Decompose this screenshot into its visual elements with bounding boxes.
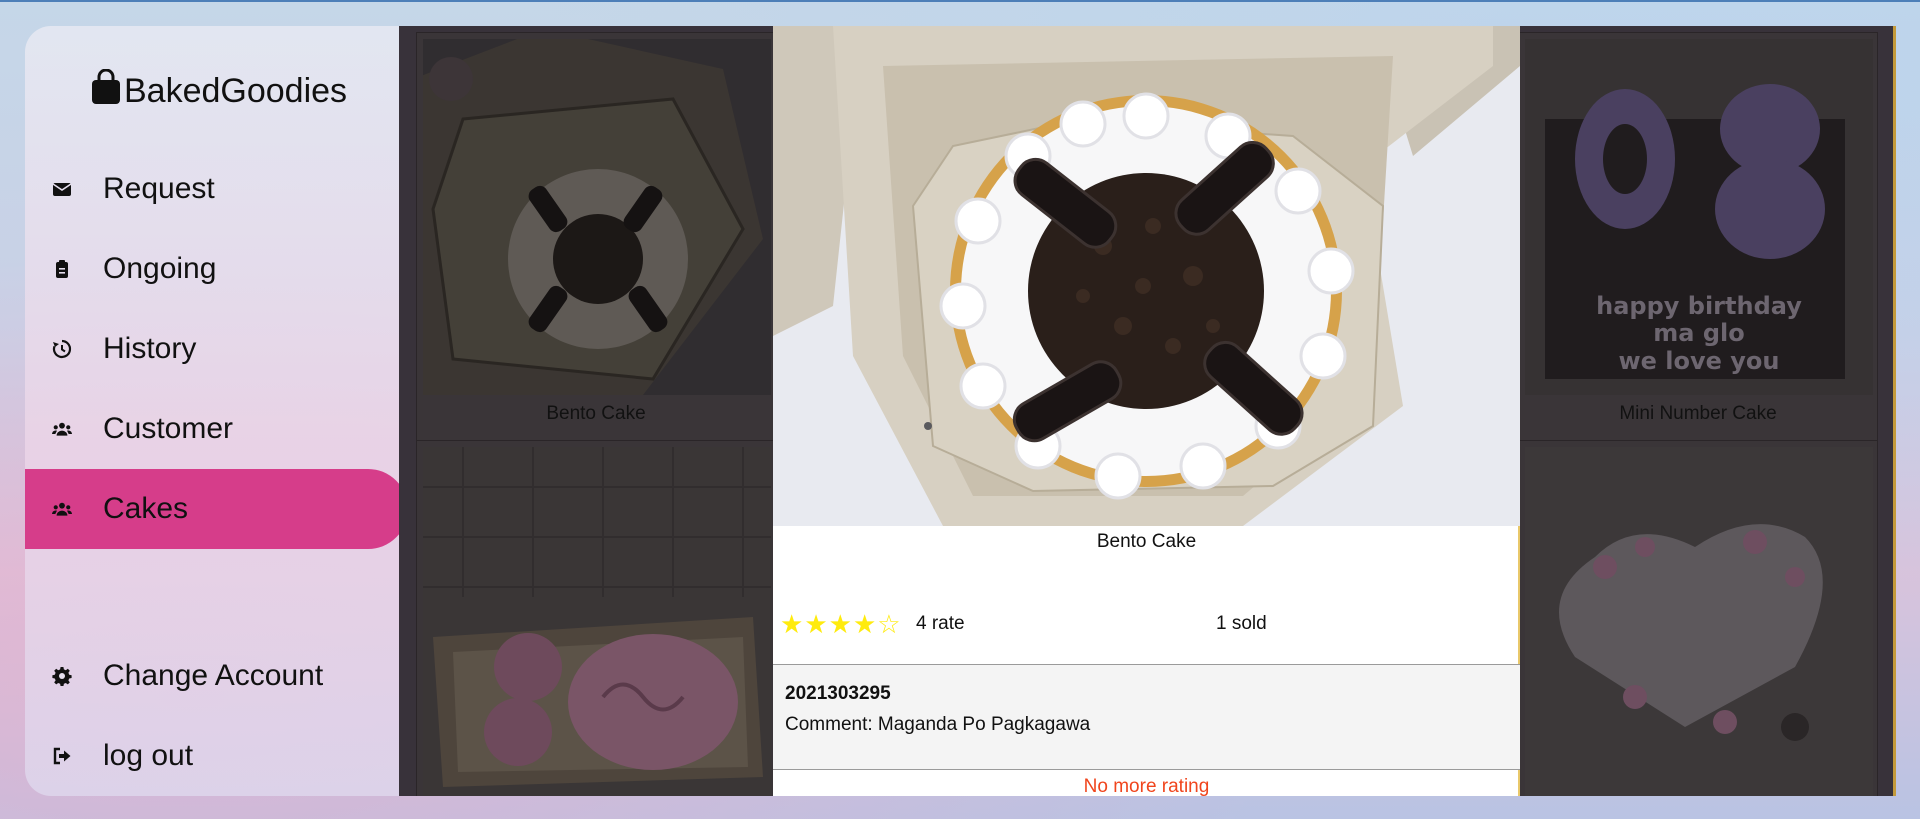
cake-photo (423, 447, 771, 796)
cake-photo (1525, 447, 1873, 796)
sidebar-item-label: Customer (103, 412, 234, 445)
sidebar-item-customer[interactable]: Customer (25, 389, 408, 469)
reviewer-id: 2021303295 (785, 683, 891, 704)
sidebar-item-ongoing[interactable]: Ongoing (25, 229, 408, 309)
scrollbar[interactable] (1893, 26, 1896, 796)
sidebar-item-label: Cakes (103, 492, 189, 525)
logout-icon (49, 743, 75, 769)
cake-photo: happy birthday ma glo we love you (1525, 39, 1873, 395)
cake-card-caption: Bento Cake (546, 403, 646, 424)
review-entry: 2021303295 Comment: Maganda Po Pagkagawa (773, 664, 1520, 770)
star-filled-icon: ★ (828, 609, 852, 639)
cake-card-lunchbox[interactable] (416, 440, 776, 796)
rate-label: 4 rate (916, 613, 965, 634)
gear-icon (49, 663, 75, 689)
cake-card-heart[interactable] (1518, 440, 1878, 796)
cake-title: Bento Cake (1096, 531, 1197, 552)
sidebar-item-label: Change Account (103, 659, 324, 692)
envelope-icon (49, 176, 75, 202)
svg-text:ma glo: ma glo (1653, 319, 1744, 347)
sidebar-item-request[interactable]: Request (25, 149, 408, 229)
star-filled-icon: ★ (780, 609, 804, 639)
window-top-border (0, 0, 1920, 2)
users-icon (49, 416, 75, 442)
brand-name: BakedGoodies (124, 71, 348, 110)
sidebar-item-label: Request (103, 172, 215, 205)
history-icon (49, 336, 75, 362)
star-filled-icon: ★ (804, 609, 828, 639)
cake-card-mini-number[interactable]: happy birthday ma glo we love you Mini N… (1518, 32, 1878, 442)
cake-hero-image (773, 26, 1520, 526)
sold-label: 1 sold (1216, 613, 1267, 634)
sidebar-item-label: Ongoing (103, 252, 217, 285)
svg-text:we love you: we love you (1618, 347, 1779, 375)
clipboard-icon (49, 256, 75, 282)
users-icon (49, 496, 75, 522)
review-comment: Comment: Maganda Po Pagkagawa (785, 714, 1091, 735)
no-more-rating: No more rating (1083, 776, 1210, 797)
svg-text:happy birthday: happy birthday (1596, 292, 1802, 320)
cake-card-caption: Mini Number Cake (1619, 403, 1777, 424)
sidebar-item-history[interactable]: History (25, 309, 408, 389)
sidebar-item-change-account[interactable]: Change Account (25, 636, 408, 716)
cake-card-bento[interactable]: Bento Cake (413, 29, 776, 442)
star-rating: ★ ★ ★ ★ ☆ (780, 611, 901, 637)
star-empty-icon: ☆ (877, 609, 901, 639)
cake-detail-modal: Bento Cake ★ ★ ★ ★ ☆ 4 rate 1 sold 20213… (773, 26, 1520, 797)
sidebar-item-label: History (103, 332, 197, 365)
sidebar-item-label: log out (103, 739, 194, 772)
sidebar-item-cakes[interactable]: Cakes (25, 469, 408, 549)
cake-photo (413, 29, 771, 395)
brand[interactable]: BakedGoodies (90, 66, 347, 116)
shopping-bag-icon (90, 68, 124, 114)
sidebar: BakedGoodies Request Ongoing History Cus… (25, 26, 408, 796)
star-filled-icon: ★ (852, 609, 877, 639)
sidebar-item-logout[interactable]: log out (25, 716, 408, 796)
